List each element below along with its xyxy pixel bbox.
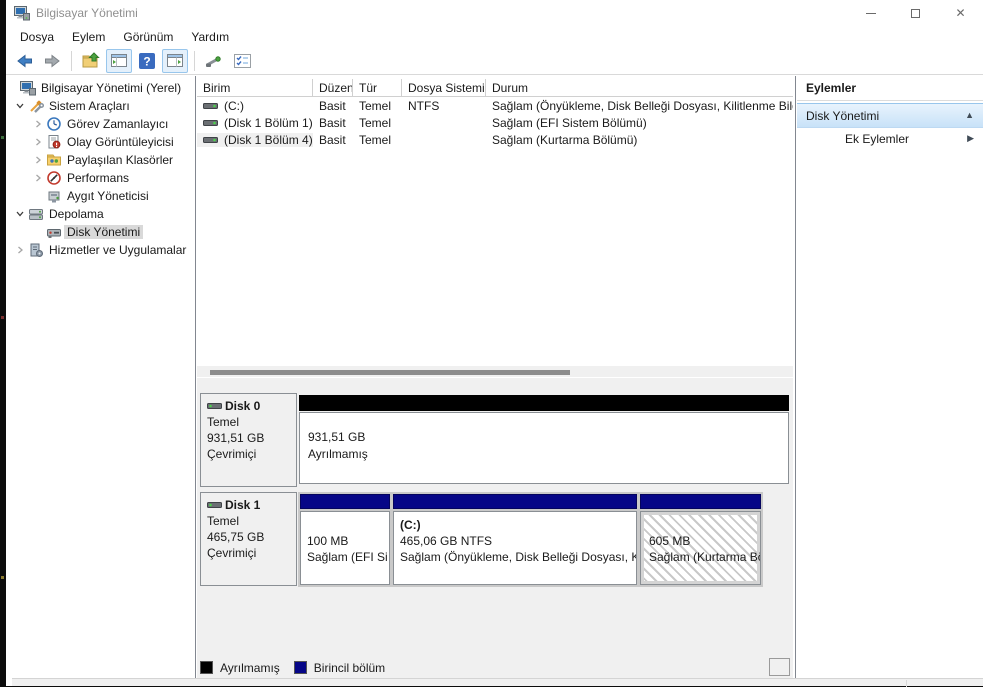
tree-item-depolama[interactable]: Depolama	[6, 205, 195, 223]
app-icon	[14, 5, 30, 24]
column-header-birim[interactable]: Birim	[197, 79, 313, 96]
tree-item-hizmetler-ve-uygulamalar[interactable]: Hizmetler ve Uygulamalar	[6, 241, 195, 259]
disk-graphical-view: Disk 0 Temel 931,51 GB Çevrimiçi 931,51 …	[197, 378, 793, 678]
tree-item-sistem-araclari[interactable]: Sistem Araçları	[6, 97, 195, 115]
legend-primary-swatch	[294, 661, 307, 674]
disk0-status: Çevrimiçi	[207, 446, 296, 462]
forward-icon[interactable]	[39, 49, 65, 73]
scrollbar-corner	[769, 658, 790, 676]
back-icon[interactable]	[11, 49, 37, 73]
column-header-tur[interactable]: Tür	[353, 79, 402, 96]
actions-panel-title: Eylemler	[797, 76, 983, 101]
volume-icon	[203, 99, 218, 113]
performance-icon	[46, 170, 64, 186]
tools-icon	[28, 98, 46, 114]
show-action-pane-icon[interactable]	[162, 49, 188, 73]
toolbar: ?	[6, 47, 983, 75]
chevron-collapsed-icon[interactable]	[30, 173, 46, 183]
chevron-collapsed-icon[interactable]	[12, 245, 28, 255]
disk1-type: Temel	[207, 513, 296, 529]
volume-row-disk1-bolum4[interactable]: (Disk 1 Bölüm 4) Basit Temel Sağlam (Kur…	[197, 131, 793, 148]
column-header-durum[interactable]: Durum	[486, 79, 793, 96]
partition-c[interactable]: (C:) 465,06 GB NTFS Sağlam (Önyükleme, D…	[393, 494, 637, 585]
actions-item-ek-eylemler[interactable]: Ek Eylemler ▶	[797, 128, 983, 151]
menu-bar: Dosya Eylem Görünüm Yardım	[6, 26, 983, 47]
partition-efi-color-bar	[300, 494, 390, 509]
menu-gorunum[interactable]: Görünüm	[114, 28, 182, 46]
disk0-unallocated-bar	[299, 395, 789, 411]
minimize-button[interactable]	[848, 0, 893, 26]
column-header-dosya-sistemi[interactable]: Dosya Sistemi	[402, 79, 486, 96]
column-header-duzen[interactable]: Düzen	[313, 79, 353, 96]
task-scheduler-icon	[46, 116, 64, 132]
submenu-arrow-icon: ▶	[967, 133, 974, 144]
console-tree: Bilgisayar Yönetimi (Yerel) Sistem Araçl…	[6, 76, 196, 678]
volume-list-header: Birim Düzen Tür Dosya Sistemi Durum	[197, 79, 793, 97]
partition-c-color-bar	[393, 494, 637, 509]
disk1-header[interactable]: Disk 1 Temel 465,75 GB Çevrimiçi	[200, 492, 297, 586]
computer-management-window: Bilgisayar Yönetimi ✕ Dosya Eylem Görünü…	[6, 0, 983, 686]
disk1-partition-strip: 100 MB Sağlam (EFI Si (C:) 465,06 GB NTF…	[298, 492, 763, 587]
tree-item-disk-yonetimi[interactable]: Disk Yönetimi	[6, 223, 195, 241]
panel-divider[interactable]	[795, 76, 796, 678]
partition-legend: Ayrılmamış Birincil bölüm	[200, 658, 385, 677]
chevron-collapsed-icon[interactable]	[30, 137, 46, 147]
titlebar: Bilgisayar Yönetimi ✕	[6, 0, 983, 26]
volume-row-c[interactable]: (C:) Basit Temel NTFS Sağlam (Önyükleme,…	[197, 97, 793, 114]
disk0-size: 931,51 GB	[207, 430, 296, 446]
computer-icon	[20, 80, 38, 96]
tree-item-paylasilan-klasorler[interactable]: Paylaşılan Klasörler	[6, 151, 195, 169]
scrollbar-thumb[interactable]	[210, 370, 570, 375]
volume-list: Birim Düzen Tür Dosya Sistemi Durum (C:)…	[197, 76, 793, 366]
console-tool-icon[interactable]	[201, 49, 227, 73]
services-icon	[28, 242, 46, 258]
status-bar	[12, 678, 983, 686]
chevron-expanded-icon[interactable]	[12, 101, 28, 111]
customize-view-icon[interactable]	[229, 49, 255, 73]
actions-group-disk-yonetimi[interactable]: Disk Yönetimi ▲	[797, 103, 983, 128]
window-title: Bilgisayar Yönetimi	[36, 0, 138, 26]
up-folder-icon[interactable]	[78, 49, 104, 73]
tree-item-bilgisayar-yonetimi[interactable]: Bilgisayar Yönetimi (Yerel)	[6, 79, 195, 97]
actions-panel: Eylemler Disk Yönetimi ▲ Ek Eylemler ▶	[797, 76, 983, 678]
toolbar-separator	[194, 51, 195, 71]
volume-icon	[203, 133, 218, 147]
disk0-header[interactable]: Disk 0 Temel 931,51 GB Çevrimiçi	[200, 393, 297, 487]
show-console-tree-icon[interactable]	[106, 49, 132, 73]
chevron-collapsed-icon[interactable]	[30, 155, 46, 165]
tree-item-performans[interactable]: Performans	[6, 169, 195, 187]
partition-recovery[interactable]: 605 MB Sağlam (Kurtarma Bö	[640, 494, 761, 585]
maximize-button[interactable]	[893, 0, 938, 26]
menu-eylem[interactable]: Eylem	[63, 28, 114, 46]
partition-efi[interactable]: 100 MB Sağlam (EFI Si	[300, 494, 390, 585]
svg-text:?: ?	[143, 54, 150, 68]
partition-recovery-color-bar	[640, 494, 761, 509]
shared-folders-icon	[46, 152, 64, 168]
tree-item-aygit-yoneticisi[interactable]: Aygıt Yöneticisi	[6, 187, 195, 205]
disk-icon	[207, 497, 222, 513]
storage-icon	[28, 206, 46, 222]
disk-management-icon	[46, 224, 64, 240]
help-icon[interactable]: ?	[134, 49, 160, 73]
disk0-unallocated-region[interactable]: 931,51 GB Ayrılmamış	[299, 412, 789, 484]
disk0-type: Temel	[207, 414, 296, 430]
event-viewer-icon	[46, 134, 64, 150]
device-manager-icon	[46, 188, 64, 204]
disk1-size: 465,75 GB	[207, 529, 296, 545]
toolbar-separator	[71, 51, 72, 71]
disk-icon	[207, 398, 222, 414]
menu-yardim[interactable]: Yardım	[182, 28, 238, 46]
disk1-status: Çevrimiçi	[207, 545, 296, 561]
close-button[interactable]: ✕	[938, 0, 983, 26]
horizontal-scrollbar[interactable]	[197, 366, 793, 378]
volume-row-disk1-bolum1[interactable]: (Disk 1 Bölüm 1) Basit Temel Sağlam (EFI…	[197, 114, 793, 131]
volume-icon	[203, 116, 218, 130]
tree-item-gorev-zamanlayici[interactable]: Görev Zamanlayıcı	[6, 115, 195, 133]
legend-unallocated-swatch	[200, 661, 213, 674]
tree-item-olay-goruntuleyicisi[interactable]: Olay Görüntüleyicisi	[6, 133, 195, 151]
collapse-caret-icon[interactable]: ▲	[965, 110, 974, 120]
menu-dosya[interactable]: Dosya	[11, 28, 63, 46]
chevron-expanded-icon[interactable]	[12, 209, 28, 219]
chevron-collapsed-icon[interactable]	[30, 119, 46, 129]
